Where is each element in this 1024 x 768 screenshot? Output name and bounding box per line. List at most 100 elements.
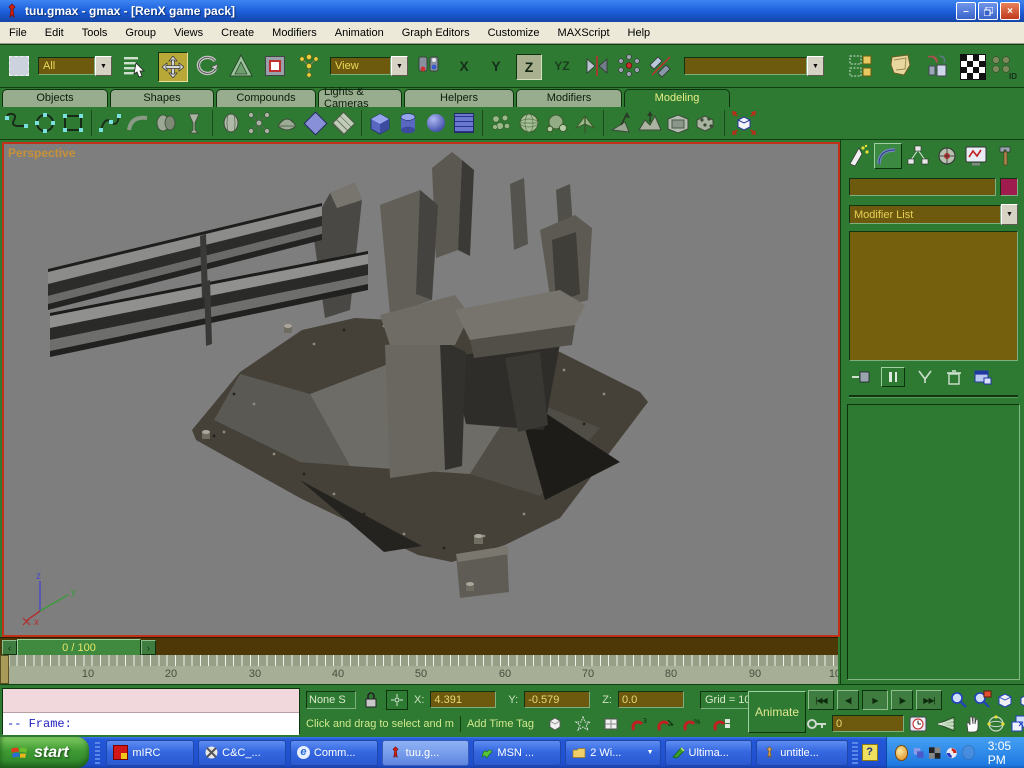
snap-toggle-3d-icon[interactable] — [546, 716, 564, 732]
mesh-smooth-icon[interactable] — [488, 110, 514, 136]
configure-modifier-sets-button[interactable] — [973, 369, 993, 385]
z-coord-field[interactable]: 0.0 — [618, 691, 684, 708]
motion-tab[interactable] — [934, 144, 960, 168]
restore-button[interactable] — [978, 2, 998, 20]
create-tab[interactable] — [845, 144, 871, 168]
grid-object-icon[interactable] — [451, 110, 477, 136]
selection-filter-dropdown[interactable]: All ▼ — [38, 56, 112, 76]
time-configuration-button[interactable] — [908, 715, 928, 733]
machine-box-icon[interactable] — [665, 110, 691, 136]
material-editor-button[interactable] — [924, 53, 950, 79]
time-slider-track[interactable]: ‹ 0 / 100 › — [0, 637, 838, 655]
align-button[interactable] — [648, 53, 674, 79]
snap-star-icon[interactable] — [574, 716, 592, 732]
menu-animation[interactable]: Animation — [326, 27, 393, 39]
menu-edit[interactable]: Edit — [36, 27, 73, 39]
named-selection-dropdown[interactable]: ▼ — [684, 56, 824, 76]
zoom-all-button[interactable] — [972, 690, 992, 710]
optimize-tool-icon[interactable] — [572, 110, 598, 136]
rectangle-tool-icon[interactable] — [60, 110, 86, 136]
pan-view-button[interactable] — [962, 714, 982, 734]
select-and-move-button[interactable] — [158, 52, 188, 82]
show-end-result-button[interactable] — [881, 367, 905, 387]
utilities-tab[interactable] — [992, 144, 1018, 168]
absolute-offset-toggle[interactable] — [386, 690, 408, 710]
task-windows-group[interactable]: 2 Wi... ▼ — [565, 740, 660, 766]
tray-swirl-icon[interactable] — [946, 746, 957, 760]
select-object-button[interactable] — [6, 53, 32, 79]
tab-lights-cameras[interactable]: Lights & Cameras — [318, 89, 402, 107]
next-frame-button[interactable]: |▶ — [891, 690, 913, 710]
selection-lock-toggle[interactable] — [362, 691, 380, 709]
add-time-tag-button[interactable]: Add Time Tag — [467, 718, 534, 730]
menu-customize[interactable]: Customize — [479, 27, 549, 39]
time-slider-handle[interactable]: 0 / 100 — [17, 639, 141, 656]
render-id-button[interactable]: ID — [988, 53, 1018, 81]
tray-scheduler-icon[interactable] — [895, 745, 908, 761]
circle-tool-icon[interactable] — [32, 110, 58, 136]
use-pivot-point-button[interactable] — [262, 53, 288, 79]
terrain-tool-icon[interactable] — [637, 110, 663, 136]
listener-line[interactable]: -- Frame: — [3, 713, 299, 735]
edit-mesh-icon[interactable] — [730, 109, 758, 137]
task-untitled[interactable]: untitle... — [756, 740, 848, 766]
restrict-z-button[interactable]: Z — [516, 54, 542, 80]
snap-3d-magnet-button[interactable]: 3 — [630, 716, 650, 732]
tri-patch-icon[interactable] — [330, 110, 356, 136]
tray-volume-icon[interactable] — [962, 745, 975, 760]
geosphere-icon[interactable] — [516, 110, 542, 136]
task-cnc[interactable]: C&C_... — [198, 740, 286, 766]
zoom-extents-button[interactable] — [995, 690, 1015, 710]
make-unique-button[interactable] — [915, 369, 935, 385]
menu-create[interactable]: Create — [212, 27, 263, 39]
current-frame-field[interactable]: 0 — [832, 715, 904, 732]
task-mirc[interactable]: mIRC — [106, 740, 194, 766]
hierarchy-tab[interactable] — [905, 144, 931, 168]
schematic-view-button[interactable] — [888, 53, 914, 79]
rollout-area[interactable] — [847, 404, 1020, 680]
edit-spline-icon[interactable] — [97, 110, 123, 136]
menu-tools[interactable]: Tools — [73, 27, 117, 39]
tab-compounds[interactable]: Compounds — [216, 89, 316, 107]
cylinder-primitive-icon[interactable] — [395, 110, 421, 136]
snap-window-icon[interactable] — [602, 716, 620, 732]
menu-help[interactable]: Help — [619, 27, 660, 39]
modify-tab[interactable] — [874, 143, 902, 169]
arc-tool-icon[interactable] — [125, 110, 151, 136]
macro-recorder-line[interactable] — [3, 689, 299, 713]
task-msn[interactable]: MSN ... — [473, 740, 561, 766]
render-scene-button[interactable] — [960, 54, 986, 80]
task-ultima[interactable]: Ultima... — [665, 740, 753, 766]
menu-graph-editors[interactable]: Graph Editors — [393, 27, 479, 39]
sphere-primitive-icon[interactable] — [423, 110, 449, 136]
go-to-start-button[interactable]: |◀◀ — [808, 690, 834, 710]
lattice-tool-icon[interactable] — [246, 110, 272, 136]
connect-tool-icon[interactable] — [693, 110, 719, 136]
track-bar[interactable]: 10 20 30 40 50 60 70 80 90 100 — [0, 655, 838, 684]
tab-modeling[interactable]: Modeling — [624, 89, 730, 107]
maxscript-mini-listener[interactable]: -- Frame: — [2, 688, 300, 734]
normal-flip-icon[interactable] — [609, 110, 635, 136]
array-button[interactable] — [616, 53, 642, 79]
tray-checker-icon[interactable] — [929, 746, 940, 760]
restrict-yz-button[interactable]: YZ — [548, 54, 576, 78]
display-tab[interactable] — [963, 144, 989, 168]
capsule-primitive-icon[interactable] — [218, 110, 244, 136]
close-button[interactable]: × — [1000, 2, 1020, 20]
menu-views[interactable]: Views — [165, 27, 212, 39]
perspective-viewport[interactable]: Perspective — [2, 142, 840, 637]
animate-button[interactable]: Animate — [748, 691, 806, 733]
key-mode-toggle[interactable] — [806, 717, 828, 731]
tab-shapes[interactable]: Shapes — [110, 89, 214, 107]
start-button[interactable]: start — [0, 737, 89, 768]
pin-stack-button[interactable] — [851, 369, 871, 385]
tab-helpers[interactable]: Helpers — [404, 89, 514, 107]
arc-rotate-button[interactable] — [986, 714, 1006, 734]
reference-coordinate-dropdown[interactable]: View ▼ — [330, 56, 408, 76]
tray-display-icon[interactable] — [913, 746, 924, 760]
task-comm[interactable]: e Comm... — [290, 740, 378, 766]
modifier-stack[interactable] — [849, 231, 1018, 361]
zoom-viewport-button[interactable] — [949, 690, 969, 710]
play-animation-button[interactable]: ▶ — [862, 690, 888, 710]
lathe-tool-icon[interactable] — [181, 110, 207, 136]
